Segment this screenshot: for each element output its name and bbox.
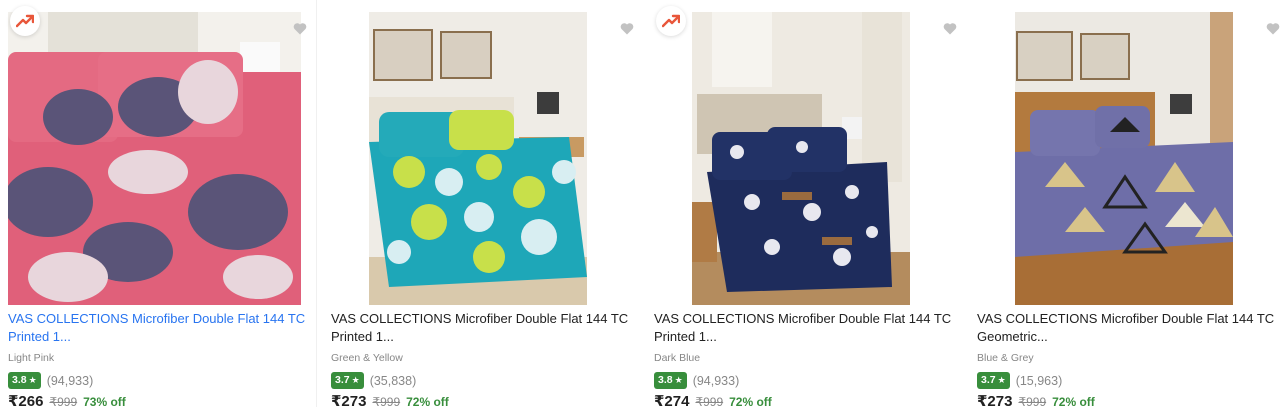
discount: 72% off <box>729 395 772 407</box>
original-price: ₹999 <box>695 395 724 407</box>
review-count: (94,933) <box>692 373 740 388</box>
star-icon: ★ <box>351 375 360 385</box>
rating-badge: 3.8 ★ <box>8 372 41 389</box>
product-card[interactable]: VAS COLLECTIONS Microfiber Double Flat 1… <box>646 0 969 407</box>
product-color: Light Pink <box>8 352 55 364</box>
review-count: (35,838) <box>369 373 417 388</box>
price-row: ₹273 ₹999 72% off <box>331 392 449 407</box>
heart-icon[interactable] <box>620 22 636 38</box>
discount: 73% off <box>83 395 126 407</box>
product-image[interactable] <box>1015 12 1233 305</box>
trending-up-icon <box>656 6 686 36</box>
rating-row: 3.8 ★ (94,933) <box>654 372 739 389</box>
product-title[interactable]: VAS COLLECTIONS Microfiber Double Flat 1… <box>654 310 954 346</box>
product-image[interactable] <box>8 12 301 305</box>
product-color: Blue & Grey <box>977 352 1034 364</box>
product-grid: VAS COLLECTIONS Microfiber Double Flat 1… <box>0 0 1280 407</box>
review-count: (15,963) <box>1015 373 1063 388</box>
original-price: ₹999 <box>1018 395 1047 407</box>
product-color: Dark Blue <box>654 352 701 364</box>
rating-row: 3.8 ★ (94,933) <box>8 372 93 389</box>
heart-icon[interactable] <box>293 22 309 38</box>
product-title[interactable]: VAS COLLECTIONS Microfiber Double Flat 1… <box>331 310 631 346</box>
product-title[interactable]: VAS COLLECTIONS Microfiber Double Flat 1… <box>8 310 308 346</box>
heart-icon[interactable] <box>1266 22 1280 38</box>
price: ₹273 <box>977 393 1013 407</box>
rating-row: 3.7 ★ (35,838) <box>331 372 416 389</box>
price-row: ₹266 ₹999 73% off <box>8 392 126 407</box>
original-price: ₹999 <box>372 395 401 407</box>
original-price: ₹999 <box>49 395 78 407</box>
price-row: ₹274 ₹999 72% off <box>654 392 772 407</box>
price: ₹274 <box>654 393 690 407</box>
star-icon: ★ <box>997 375 1006 385</box>
product-card[interactable]: VAS COLLECTIONS Microfiber Double Flat 1… <box>0 0 323 407</box>
rating-badge: 3.7 ★ <box>331 372 364 389</box>
product-image[interactable] <box>692 12 910 305</box>
product-image[interactable] <box>369 12 587 305</box>
product-color: Green & Yellow <box>331 352 403 364</box>
heart-icon[interactable] <box>943 22 959 38</box>
star-icon: ★ <box>674 375 683 385</box>
trending-up-icon <box>10 6 40 36</box>
price: ₹266 <box>8 393 44 407</box>
discount: 72% off <box>406 395 449 407</box>
product-title[interactable]: VAS COLLECTIONS Microfiber Double Flat 1… <box>977 310 1277 346</box>
price-row: ₹273 ₹999 72% off <box>977 392 1095 407</box>
rating-badge: 3.7 ★ <box>977 372 1010 389</box>
discount: 72% off <box>1052 395 1095 407</box>
review-count: (94,933) <box>46 373 94 388</box>
divider <box>316 0 317 407</box>
price: ₹273 <box>331 393 367 407</box>
rating-badge: 3.8 ★ <box>654 372 687 389</box>
star-icon: ★ <box>28 375 37 385</box>
product-card[interactable]: VAS COLLECTIONS Microfiber Double Flat 1… <box>323 0 646 407</box>
product-card[interactable]: VAS COLLECTIONS Microfiber Double Flat 1… <box>969 0 1280 407</box>
rating-row: 3.7 ★ (15,963) <box>977 372 1062 389</box>
